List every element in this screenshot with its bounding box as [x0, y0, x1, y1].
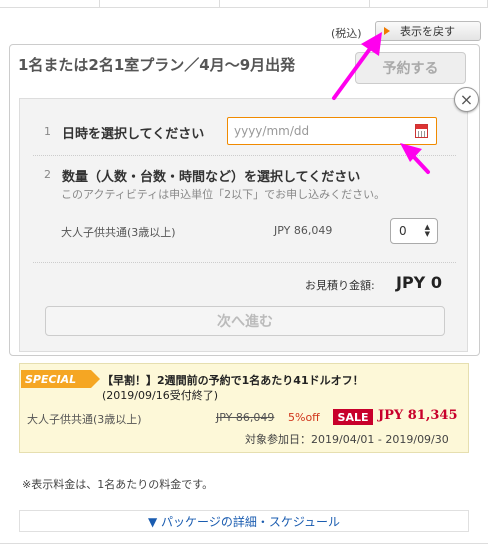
special-badge: SPECIAL	[21, 370, 100, 388]
next-button[interactable]: 次へ進む	[45, 306, 445, 336]
divider	[33, 155, 456, 156]
special-subtitle: (2019/09/16受付終了)	[102, 389, 218, 402]
step-1-label: 日時を選択してください	[62, 127, 205, 142]
quantity-select[interactable]: 0 ▲ ▼	[390, 218, 438, 244]
date-input[interactable]: yyyy/mm/dd	[227, 117, 437, 145]
eligible-period: 対象参加日：2019/04/01 - 2019/09/30	[245, 433, 449, 446]
tax-label: (税込)	[331, 27, 362, 40]
calendar-icon[interactable]	[415, 124, 428, 138]
quantity-hint: このアクティビティは申込単位「2以下」でお申し込みください。	[61, 188, 386, 201]
top-strip	[0, 0, 488, 8]
price-note: ※表示料金は、1名あたりの料金です。	[22, 478, 214, 491]
close-icon[interactable]: ×	[454, 87, 479, 112]
ticket-type-label: 大人子供共通(3歳以上)	[61, 226, 176, 239]
play-icon	[384, 27, 390, 35]
date-input-placeholder: yyyy/mm/dd	[234, 124, 310, 138]
estimate-value: JPY 0	[396, 273, 442, 292]
special-title: 【早割！】2週間前の予約で1名あたり41ドルオフ！	[102, 374, 364, 387]
plan-title: 1名または2名1室プラン／4月〜9月出発	[18, 56, 296, 74]
step-2-number: 2	[44, 168, 51, 181]
ticket-price: JPY 86,049	[274, 224, 333, 237]
bottom-divider	[0, 543, 488, 547]
divider	[33, 262, 456, 263]
select-arrows-icon: ▲ ▼	[424, 223, 430, 238]
sale-price: JPY 81,345	[378, 408, 458, 423]
back-button-label: 表示を戻す	[400, 25, 455, 38]
sale-badge: SALE	[333, 409, 373, 425]
original-price: JPY 86,049	[216, 411, 275, 424]
step-2-label: 数量（人数・台数・時間など）を選択してください	[62, 170, 361, 185]
package-details-link[interactable]: ▼ パッケージの詳細・スケジュール	[19, 510, 469, 532]
step-1-number: 1	[44, 125, 51, 138]
quantity-value: 0	[399, 224, 407, 238]
reserve-button[interactable]: 予約する	[355, 52, 466, 84]
discount-rate: 5%off	[288, 411, 320, 424]
back-button[interactable]: 表示を戻す	[375, 21, 481, 41]
special-ticket-label: 大人子供共通(3歳以上)	[27, 413, 142, 426]
estimate-label: お見積り金額:	[305, 279, 375, 292]
